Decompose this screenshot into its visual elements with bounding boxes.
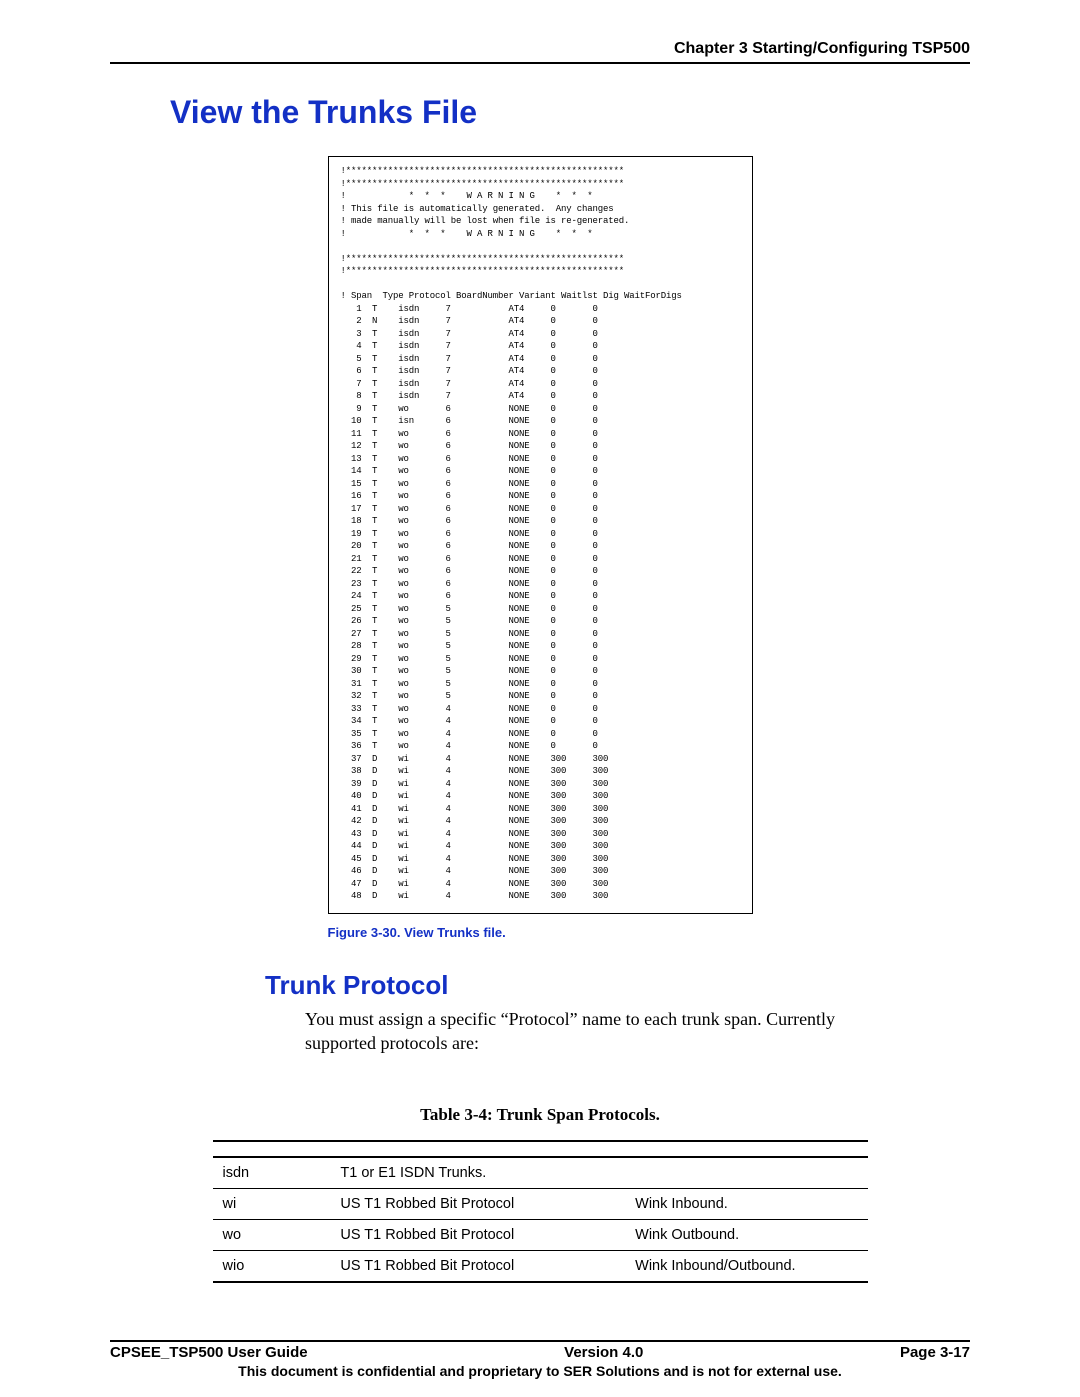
protocols-table: isdn T1 or E1 ISDN Trunks. wi US T1 Robb…: [213, 1140, 868, 1297]
table-row: wo US T1 Robbed Bit Protocol Wink Outbou…: [213, 1219, 868, 1250]
footer-confidential: This document is confidential and propri…: [110, 1363, 970, 1379]
table-row: isdn T1 or E1 ISDN Trunks.: [213, 1157, 868, 1189]
page-title: View the Trunks File: [170, 94, 970, 131]
footer-center: Version 4.0: [564, 1344, 643, 1361]
trunks-file-pre: !***************************************…: [341, 165, 740, 903]
table-caption: Table 3-4: Trunk Span Protocols.: [110, 1105, 970, 1125]
body-paragraph: You must assign a specific “Protocol” na…: [305, 1007, 865, 1055]
section-heading: Trunk Protocol: [265, 970, 970, 1001]
footer-right: Page 3-17: [900, 1344, 970, 1361]
trunks-file-figure: !***************************************…: [328, 156, 753, 914]
figure-caption: Figure 3-30. View Trunks file.: [328, 925, 753, 940]
header-rule: [110, 62, 970, 64]
chapter-header: Chapter 3 Starting/Configuring TSP500: [110, 40, 970, 58]
document-page: Chapter 3 Starting/Configuring TSP500 Vi…: [0, 0, 1080, 1397]
footer-rule: [110, 1340, 970, 1342]
footer: CPSEE_TSP500 User Guide Version 4.0 Page…: [110, 1336, 970, 1397]
table-row: wio US T1 Robbed Bit Protocol Wink Inbou…: [213, 1250, 868, 1282]
footer-left: CPSEE_TSP500 User Guide: [110, 1344, 308, 1361]
table-row: wi US T1 Robbed Bit Protocol Wink Inboun…: [213, 1188, 868, 1219]
